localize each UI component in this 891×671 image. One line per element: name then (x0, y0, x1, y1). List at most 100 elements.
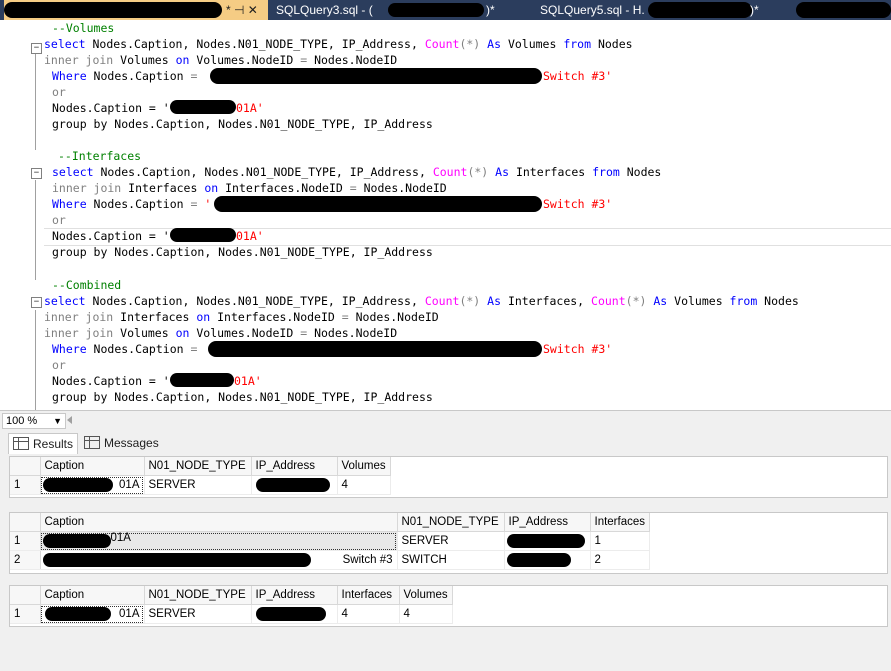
redaction (506, 553, 571, 567)
collapse-icon[interactable]: − (31, 168, 42, 179)
cell-ip-address[interactable] (251, 604, 338, 624)
column-header[interactable]: IP_Address (251, 457, 338, 476)
cell-interfaces[interactable]: 2 (590, 550, 650, 570)
code-line: Where Nodes.Caption = (52, 69, 198, 83)
redaction (255, 478, 330, 492)
row-number[interactable]: 2 (10, 550, 41, 570)
code-or: or (52, 358, 66, 372)
code-caption-condition: Nodes.Caption = ' (52, 374, 170, 388)
tab-sqlquery3-suffix: )* (486, 3, 495, 17)
code-string-caption: 01A' (234, 374, 262, 388)
cell-caption-text: 01A (110, 532, 131, 544)
code-caption-condition: Nodes.Caption = ' (52, 101, 170, 115)
result-grid-combined[interactable]: Caption N01_NODE_TYPE IP_Address Interfa… (9, 585, 888, 627)
table-row[interactable]: 1 01A SERVER 1 (10, 531, 650, 551)
cell-node-type[interactable]: SERVER (144, 604, 252, 624)
result-grid-interfaces[interactable]: Caption N01_NODE_TYPE IP_Address Interfa… (9, 512, 888, 574)
result-grid-volumes[interactable]: Caption N01_NODE_TYPE IP_Address Volumes… (9, 456, 888, 498)
cell-node-type[interactable]: SWITCH (397, 550, 505, 570)
table-row[interactable]: 2 Switch #3 SWITCH 2 (10, 550, 650, 570)
outline-line (35, 310, 36, 410)
tab-messages[interactable]: Messages (80, 433, 163, 453)
cell-interfaces[interactable]: 1 (590, 531, 650, 551)
code-group-by: group by Nodes.Caption, Nodes.N01_NODE_T… (52, 390, 433, 404)
column-header[interactable]: N01_NODE_TYPE (144, 457, 252, 476)
redaction (44, 607, 111, 621)
cell-interfaces[interactable]: 4 (337, 604, 400, 624)
row-number[interactable]: 1 (10, 604, 41, 624)
table-row[interactable]: 1 01A SERVER 4 4 (10, 604, 453, 624)
column-header[interactable]: IP_Address (504, 513, 591, 532)
column-header[interactable]: Caption (40, 513, 398, 532)
code-line: select Nodes.Caption, Nodes.N01_NODE_TYP… (52, 165, 662, 179)
collapse-icon[interactable]: − (31, 297, 42, 308)
row-number[interactable]: 1 (10, 475, 41, 495)
tab-sqlquery5-label: SQLQuery5.sql - H. (540, 3, 645, 17)
column-header[interactable]: Caption (40, 457, 145, 476)
tab-sqlquery5[interactable]: SQLQuery5.sql - H. )* (540, 0, 770, 20)
column-header[interactable]: Caption (40, 586, 145, 605)
redaction (255, 607, 326, 621)
column-header[interactable]: IP_Address (251, 586, 338, 605)
redaction (208, 341, 542, 357)
cell-caption[interactable]: 01A (40, 475, 145, 495)
cell-caption[interactable]: Switch #3 (40, 550, 398, 570)
zoom-dropdown[interactable]: 100 % ▼ (2, 413, 66, 429)
cell-node-type[interactable]: SERVER (397, 531, 505, 551)
tab-messages-label: Messages (104, 436, 159, 450)
cell-caption[interactable]: 01A (40, 531, 398, 551)
tab-active-query[interactable]: * ⊣ ✕ (4, 0, 268, 20)
column-header[interactable]: Interfaces (590, 513, 650, 532)
redaction (210, 68, 542, 84)
cell-caption[interactable]: 01A (40, 604, 145, 624)
row-number-header (10, 457, 41, 476)
cell-node-type[interactable]: SERVER (144, 475, 252, 495)
code-comment-volumes: --Volumes (52, 21, 115, 35)
column-header[interactable]: Interfaces (337, 586, 400, 605)
tab-sqlquery3[interactable]: SQLQuery3.sql - ( )* (276, 0, 516, 20)
sql-editor[interactable]: − − − --Volumes select Nodes.Caption, No… (0, 20, 891, 410)
code-string-switch: Switch #3' (543, 197, 613, 211)
redaction (170, 100, 236, 114)
tab-sqlquery5-suffix: )* (750, 3, 759, 17)
column-header[interactable]: N01_NODE_TYPE (397, 513, 505, 532)
code-line: Where Nodes.Caption = (52, 342, 198, 356)
messages-icon (84, 436, 100, 449)
code-line: inner join Volumes on Volumes.NodeID = N… (44, 326, 398, 340)
code-comment-interfaces: --Interfaces (58, 149, 142, 163)
editor-status-bar: 100 % ▼ (0, 410, 891, 429)
redaction (506, 534, 585, 548)
column-header[interactable]: N01_NODE_TYPE (144, 586, 252, 605)
scroll-left-icon (67, 416, 72, 424)
table-row[interactable]: 1 01A SERVER 4 (10, 475, 391, 495)
row-number-header (10, 513, 41, 532)
code-comment-combined: --Combined (52, 278, 122, 292)
horizontal-scrollbar[interactable] (66, 414, 886, 426)
row-number[interactable]: 1 (10, 531, 41, 551)
code-caption-condition: Nodes.Caption = ' (52, 229, 170, 243)
redaction (170, 373, 234, 387)
editor-margin (0, 20, 30, 410)
cell-volumes[interactable]: 4 (399, 604, 453, 624)
code-string-caption: 01A' (236, 101, 264, 115)
code-group-by: group by Nodes.Caption, Nodes.N01_NODE_T… (52, 117, 433, 131)
tab-sqlquery3-label: SQLQuery3.sql - ( (276, 3, 373, 17)
code-line: inner join Volumes on Volumes.NodeID = N… (44, 53, 398, 67)
cell-caption-text: 01A (119, 608, 140, 620)
cell-ip-address[interactable] (251, 475, 338, 495)
cell-caption-text: Switch #3 (342, 554, 393, 566)
row-number-header (10, 586, 41, 605)
redaction (648, 2, 752, 18)
tab-results[interactable]: Results (8, 433, 79, 454)
cell-ip-address[interactable] (504, 531, 591, 551)
results-tab-bar: Results Messages (0, 429, 891, 455)
column-header[interactable]: Volumes (399, 586, 453, 605)
code-line: inner join Interfaces on Interfaces.Node… (52, 181, 447, 195)
column-header[interactable]: Volumes (337, 457, 391, 476)
redaction (214, 196, 542, 212)
cell-ip-address[interactable] (504, 550, 591, 570)
collapse-icon[interactable]: − (31, 43, 42, 54)
grid-icon (13, 437, 29, 450)
redaction (796, 2, 891, 18)
cell-volumes[interactable]: 4 (337, 475, 391, 495)
